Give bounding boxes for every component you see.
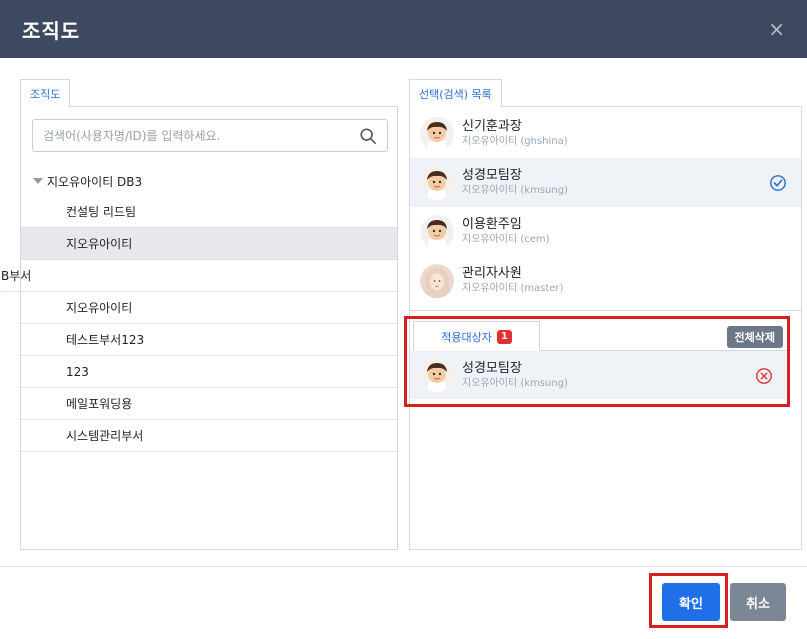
- person-info: 관리자사원 지오유아이티 (master): [462, 266, 563, 295]
- caret-down-icon[interactable]: [33, 178, 43, 184]
- delete-all-button[interactable]: 전체삭제: [726, 326, 783, 348]
- tab-target-users[interactable]: 적용대상자 1: [413, 321, 540, 351]
- avatar: [420, 116, 454, 151]
- person-row[interactable]: 관리자사원 지오유아이티 (master): [410, 256, 801, 305]
- tree-root-label: 지오유아이티 DB3: [47, 174, 143, 189]
- person-name: 관리자사원: [462, 266, 522, 281]
- person-info: 성경모팀장 지오유아이티 (kmsung): [462, 168, 568, 197]
- person-org-id: 지오유아이티 (master): [462, 283, 564, 294]
- tree-item-label: 메일포워딩용: [66, 397, 133, 411]
- person-name: 성경모팀장: [462, 360, 522, 376]
- tree-item[interactable]: 지오유아이티: [21, 292, 397, 324]
- count-badge: 1: [496, 329, 512, 344]
- org-tree-panel: 지오유아이티 DB3 컨설팅 리드팀 지오유아이티 B부서 지오유아이티 테스트…: [1, 106, 398, 550]
- tree-item[interactable]: 컨설팅 리드팀: [21, 196, 397, 228]
- org-chart-modal: 조직도 × 조직도 지오유아이티 DB3 컨설팅 리드팀 지오유아이티 B부서 …: [0, 0, 807, 639]
- tree-item[interactable]: 시스템관리부서: [21, 420, 397, 452]
- person-org-id: 지오유아이티 (ghshina): [462, 136, 568, 147]
- tab-org-chart[interactable]: 조직도: [20, 79, 71, 107]
- target-highlight-box: 적용대상자 1 전체삭제 성경모팀장 지오유아이티 (kmsung): [404, 316, 790, 407]
- org-tree: 지오유아이티 DB3 컨설팅 리드팀 지오유아이티 B부서 지오유아이티 테스트…: [1, 166, 397, 452]
- tree-item-label: 테스트부서123: [66, 333, 145, 347]
- search-box: [32, 119, 388, 152]
- avatar: [420, 358, 454, 392]
- person-info: 이용환주임 지오유아이티 (cem): [462, 217, 550, 246]
- avatar: [420, 214, 454, 249]
- modal-header: 조직도 ×: [0, 0, 807, 58]
- search-input[interactable]: [43, 128, 359, 143]
- person-row-checked[interactable]: 성경모팀장 지오유아이티 (kmsung): [410, 158, 801, 207]
- avatar: [420, 165, 454, 200]
- avatar-photo: [420, 263, 454, 298]
- confirm-button[interactable]: 확인: [662, 583, 720, 621]
- tree-item-label: 컨설팅 리드팀: [66, 205, 137, 219]
- tree-item-label: 123: [66, 364, 89, 379]
- selection-list: 신기훈과장 지오유아이티 (ghshina) 성경모팀장 지오유아이티 (kms…: [410, 109, 801, 305]
- person-row[interactable]: 신기훈과장 지오유아이티 (ghshina): [410, 109, 801, 158]
- person-info: 신기훈과장 지오유아이티 (ghshina): [462, 119, 568, 148]
- person-name: 신기훈과장: [462, 119, 522, 134]
- tree-item-selected[interactable]: 지오유아이티: [21, 228, 397, 260]
- person-org-id: 지오유아이티 (kmsung): [462, 185, 568, 196]
- tree-item-label: 시스템관리부서: [66, 429, 144, 443]
- person-org-id: 지오유아이티 (kmsung): [462, 377, 568, 389]
- modal-title: 조직도: [22, 18, 81, 43]
- person-info: 성경모팀장 지오유아이티 (kmsung): [462, 361, 568, 390]
- target-person-row[interactable]: 성경모팀장 지오유아이티 (kmsung): [410, 351, 787, 399]
- divider: [410, 310, 801, 311]
- person-row[interactable]: 이용환주임 지오유아이티 (cem): [410, 207, 801, 256]
- tree-item[interactable]: 123: [21, 356, 397, 388]
- tree-item[interactable]: B부서: [1, 260, 397, 292]
- search-icon[interactable]: [359, 127, 377, 145]
- cancel-button[interactable]: 취소: [730, 583, 786, 621]
- close-icon[interactable]: ×: [768, 19, 785, 39]
- tree-item[interactable]: 테스트부서123: [21, 324, 397, 356]
- person-name: 이용환주임: [462, 217, 522, 232]
- tree-item-label: 지오유아이티: [66, 301, 133, 315]
- tree-root[interactable]: 지오유아이티 DB3: [21, 166, 397, 196]
- person-name: 성경모팀장: [462, 168, 522, 183]
- tree-item-label: 지오유아이티: [66, 237, 133, 251]
- tree-item[interactable]: 메일포워딩용: [21, 388, 397, 420]
- remove-circle-icon[interactable]: [755, 367, 773, 385]
- tab-selection-list[interactable]: 선택(검색) 목록: [409, 79, 502, 107]
- person-org-id: 지오유아이티 (cem): [462, 234, 550, 245]
- check-circle-icon[interactable]: [769, 174, 787, 192]
- tree-item-label: B부서: [1, 269, 32, 283]
- footer-divider: [0, 566, 807, 567]
- tab-target-users-label: 적용대상자: [441, 330, 492, 344]
